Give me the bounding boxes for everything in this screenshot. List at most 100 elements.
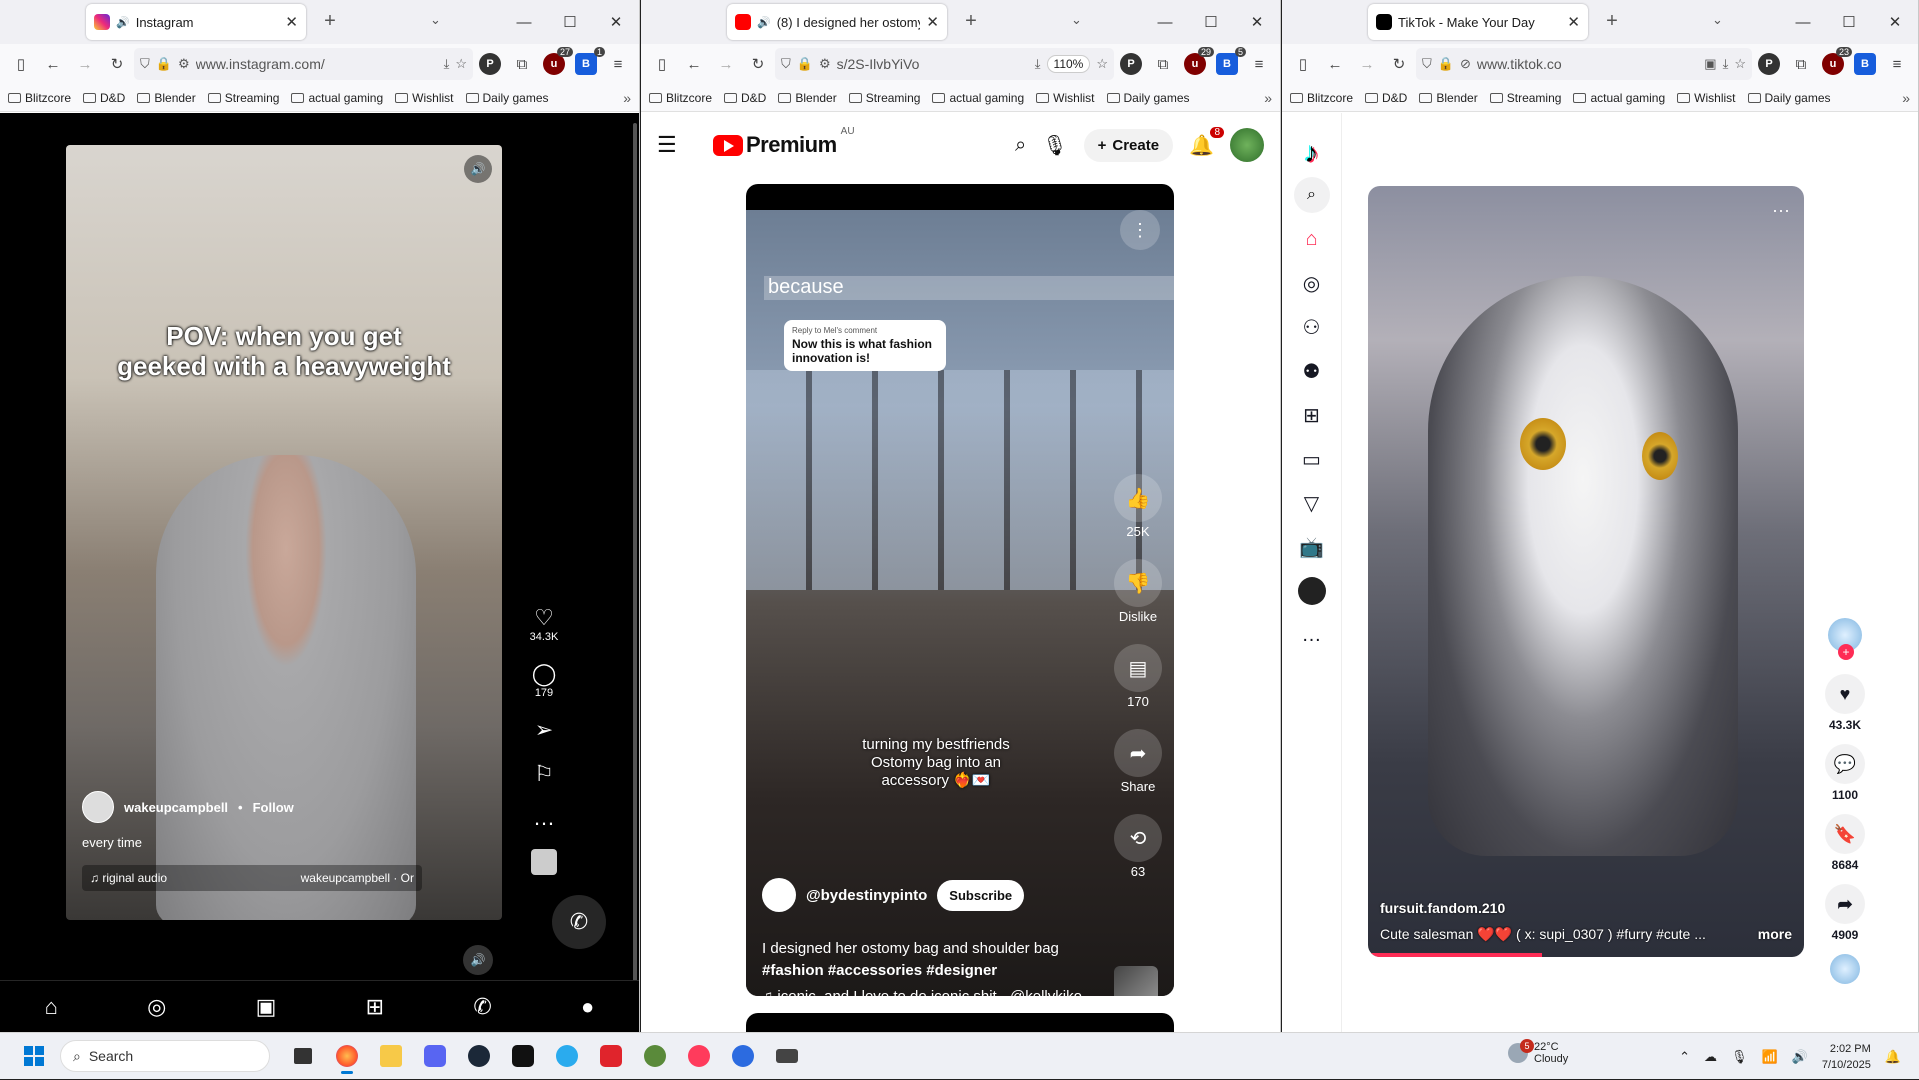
more-bookmarks-chevron-icon[interactable]: » (1264, 90, 1272, 106)
tab-instagram[interactable]: 🔊 Instagram ✕ (86, 4, 306, 40)
tab-tiktok[interactable]: TikTok - Make Your Day ✕ (1368, 4, 1588, 40)
tracking-blocked-icon[interactable]: ⊘ (1460, 56, 1471, 72)
reload-button[interactable]: ↻ (102, 49, 132, 79)
picture-in-picture-icon[interactable]: ▣ (1704, 56, 1716, 72)
username[interactable]: wakeupcampbell (124, 800, 228, 815)
bitwarden-extension-icon[interactable]: B5 (1216, 47, 1246, 75)
close-window-button[interactable]: ✕ (1872, 0, 1918, 44)
close-window-button[interactable]: ✕ (1234, 0, 1280, 44)
more-bookmarks-chevron-icon[interactable]: » (1902, 90, 1910, 106)
new-tab-button[interactable]: + (318, 10, 342, 33)
home-icon[interactable]: ⌂ (45, 994, 58, 1020)
url-bar[interactable]: ⛉ 🔒 ⚙ www.instagram.com/ ⤓ ☆ (134, 48, 473, 80)
share-button[interactable]: ➦ 4909 (1825, 884, 1865, 942)
search-icon[interactable]: ⌕ (1293, 177, 1330, 213)
red-app-icon[interactable] (592, 1037, 630, 1075)
ublock-extension-icon[interactable]: u 23 (1822, 47, 1852, 75)
like-button[interactable]: ♡ 34.3K (530, 605, 559, 643)
volume-icon[interactable]: 🔊 (464, 155, 492, 183)
notifications-bell-icon[interactable]: 🔔 8 (1189, 126, 1224, 158)
list-all-tabs-chevron-icon[interactable]: ⌄ (430, 12, 441, 28)
speaker-icon[interactable]: 🔊 (116, 16, 130, 29)
save-button[interactable]: ⚐ (534, 761, 554, 787)
live-tv-icon[interactable]: 📺 (1299, 525, 1324, 569)
home-icon[interactable]: ⌂ (1305, 217, 1317, 261)
terminal-app-icon[interactable] (504, 1037, 542, 1075)
start-button[interactable] (12, 1036, 56, 1076)
url-text[interactable]: s/2S-IlvbYiVo (837, 56, 1029, 72)
save-page-icon[interactable]: ⤓ (1035, 56, 1041, 72)
save-page-icon[interactable]: ⤓ (444, 56, 450, 72)
forward-button[interactable]: → (1352, 49, 1382, 79)
bookmark-daily-games[interactable]: Daily games (465, 91, 549, 105)
reload-button[interactable]: ↻ (1384, 49, 1414, 79)
short-player[interactable]: because Reply to Mel's comment Now this … (746, 184, 1174, 996)
bookmark-streaming[interactable]: Streaming (207, 91, 279, 105)
wifi-icon[interactable]: 📶 (1762, 1049, 1778, 1065)
close-tab-icon[interactable]: ✕ (285, 13, 298, 31)
microphone-icon[interactable]: 🎙 (1042, 133, 1067, 158)
steam-icon[interactable] (460, 1037, 498, 1075)
bookmark-star-icon[interactable]: ☆ (455, 56, 467, 72)
zoom-level[interactable]: 110% (1046, 55, 1091, 73)
bookmark-wishlist[interactable]: Wishlist (1677, 91, 1736, 105)
audio-thumbnail[interactable] (531, 849, 557, 875)
short-video[interactable]: because Reply to Mel's comment Now this … (746, 210, 1174, 996)
url-text[interactable]: www.instagram.com/ (196, 56, 438, 72)
reels-icon[interactable]: ▣ (256, 994, 277, 1020)
close-window-button[interactable]: ✕ (593, 0, 639, 44)
volume-icon[interactable]: 🔊 (1792, 1049, 1808, 1065)
more-ellipsis-icon[interactable]: … (1302, 613, 1322, 657)
explore-compass-icon[interactable]: ◎ (1303, 261, 1320, 305)
extensions-puzzle-icon[interactable]: ⧉ (1786, 49, 1816, 79)
shield-icon[interactable]: ⛉ (140, 56, 150, 72)
bookmark-blender[interactable]: Blender (137, 91, 196, 105)
channel-avatar[interactable] (762, 878, 796, 912)
sidebar-toggle-icon[interactable]: ▯ (6, 49, 36, 79)
save-page-icon[interactable]: ⤓ (1723, 56, 1729, 72)
bookmark-blitzcore[interactable]: Blitzcore (649, 91, 712, 105)
media-player-icon[interactable] (680, 1037, 718, 1075)
scrollbar[interactable] (633, 123, 637, 983)
channel-name[interactable]: @bydestinypinto (806, 887, 927, 904)
tab-youtube[interactable]: 🔊 (8) I designed her ostomy b ✕ (727, 4, 947, 40)
forward-button[interactable]: → (70, 49, 100, 79)
reload-button[interactable]: ↻ (743, 49, 773, 79)
close-tab-icon[interactable]: ✕ (926, 13, 939, 31)
notifications-bell-icon[interactable]: 🔔 (1885, 1049, 1901, 1065)
list-all-tabs-chevron-icon[interactable]: ⌄ (1712, 12, 1723, 28)
back-button[interactable]: ← (1320, 49, 1350, 79)
short-title[interactable]: I designed her ostomy bag and shoulder b… (762, 938, 1094, 982)
comments-button[interactable]: ▤ 170 (1114, 644, 1162, 709)
messenger-icon[interactable]: ✆ (473, 994, 491, 1020)
activity-icon[interactable]: ▽ (1304, 481, 1319, 525)
upload-icon[interactable]: ⊞ (1303, 393, 1320, 437)
music-disc-icon[interactable] (1830, 954, 1860, 984)
comment-button[interactable]: 💬 1100 (1825, 744, 1865, 802)
sidebar-toggle-icon[interactable]: ▯ (1288, 49, 1318, 79)
bookmark-star-icon[interactable]: ☆ (1096, 56, 1108, 72)
taskbar-search[interactable]: ⌕ Search (60, 1040, 270, 1072)
clock[interactable]: 2:02 PM 7/10/2025 (1822, 1041, 1871, 1073)
more-bookmarks-chevron-icon[interactable]: » (623, 90, 631, 106)
show-hidden-icons-chevron-icon[interactable]: ⌃ (1679, 1049, 1690, 1065)
forward-button[interactable]: → (711, 49, 741, 79)
url-bar[interactable]: ⛉ 🔒 ⚙ s/2S-IlvbYiVo ⤓ 110% ☆ (775, 48, 1114, 80)
remix-button[interactable]: ⟲ 63 (1114, 814, 1162, 879)
permissions-icon[interactable]: ⚙ (819, 56, 831, 72)
extensions-puzzle-icon[interactable]: ⧉ (507, 49, 537, 79)
lock-icon[interactable]: 🔒 (1438, 56, 1454, 72)
bookmark-daily-games[interactable]: Daily games (1747, 91, 1831, 105)
share-button[interactable]: ➦ Share (1114, 729, 1162, 794)
more-button[interactable]: more (1758, 926, 1792, 943)
pinterest-extension-icon[interactable]: P (479, 53, 501, 75)
url-bar[interactable]: ⛉ 🔒 ⊘ www.tiktok.co ▣ ⤓ ☆ (1416, 48, 1752, 80)
like-button[interactable]: 👍 25K (1114, 474, 1162, 539)
subscribe-button[interactable]: Subscribe (937, 879, 1025, 911)
extensions-puzzle-icon[interactable]: ⧉ (1148, 49, 1178, 79)
bookmark-wishlist[interactable]: Wishlist (395, 91, 454, 105)
bookmark-dnd[interactable]: D&D (83, 91, 125, 105)
avatar[interactable] (1230, 128, 1264, 162)
follow-button[interactable]: Follow (253, 800, 294, 815)
save-button[interactable]: 🔖 8684 (1825, 814, 1865, 872)
